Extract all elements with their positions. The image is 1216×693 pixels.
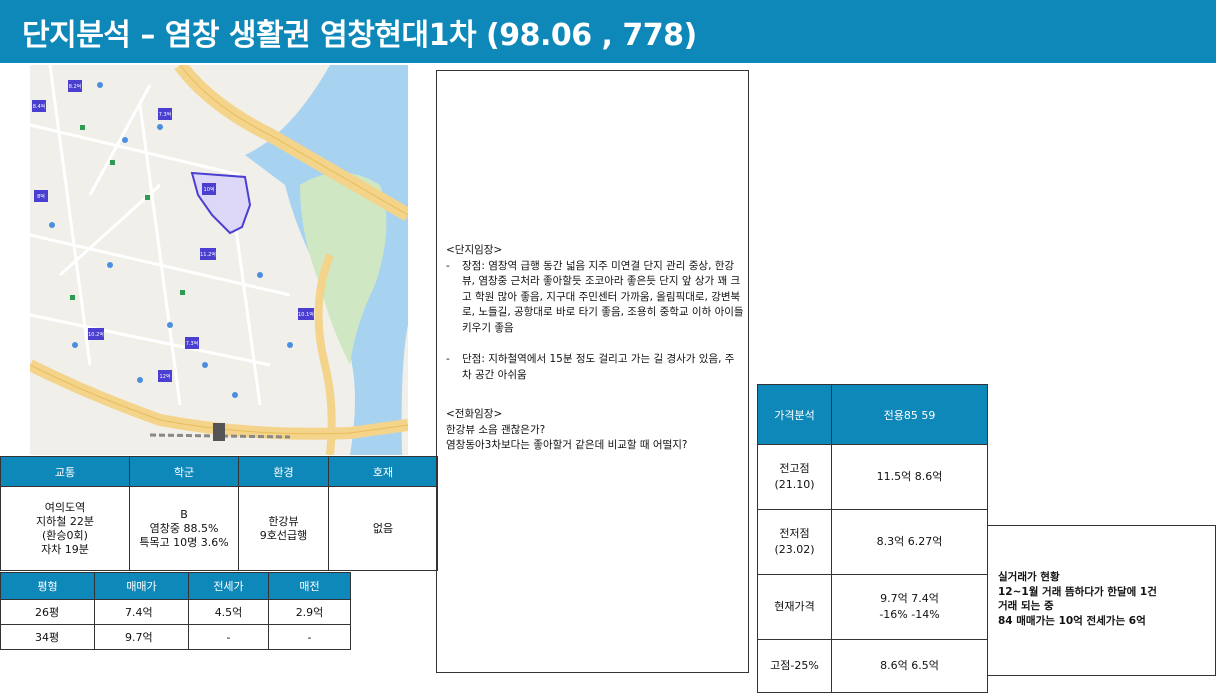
price-table: 평형 매매가 전세가 매전 26평 7.4억 4.5억 2.9억 34평 9.7… xyxy=(0,572,351,650)
col-header-transport: 교통 xyxy=(0,456,130,487)
cons-item: - 단점: 지하철역에서 15분 정도 걸리고 가는 길 경사가 있음, 주차 공… xyxy=(446,353,735,381)
map-price-label: 8.4억 xyxy=(33,103,46,110)
map-price-label: 7.3억 xyxy=(159,111,172,118)
map-canvas: 8.4억 8.2억 7.3억 8억 11.2억 10.1억 7.3억 10.2억… xyxy=(30,65,408,455)
analysis-header-label: 가격분석 xyxy=(757,384,832,445)
map-price-label: 10억 xyxy=(204,186,215,193)
col-header-environment: 환경 xyxy=(238,456,329,487)
map-price-label: 10.2억 xyxy=(88,331,104,338)
analysis-header-value: 전용85 59 xyxy=(831,384,988,445)
col-header-development: 호재 xyxy=(328,456,438,487)
map-price-label: 12억 xyxy=(160,373,171,380)
table-row: 현재가격 9.7억 7.4억 -16% -14% xyxy=(757,574,988,640)
col-header-gap: 매전 xyxy=(268,572,351,600)
col-header-jeonse: 전세가 xyxy=(188,572,269,600)
map-price-label: 8억 xyxy=(37,193,45,200)
location-map[interactable]: 8.4억 8.2억 7.3억 8억 11.2억 10.1억 7.3억 10.2억… xyxy=(30,65,408,455)
environment-cell: 한강뷰 9호선급행 xyxy=(238,486,329,571)
table-row: 34평 9.7억 - - xyxy=(0,624,351,650)
development-cell: 없음 xyxy=(328,486,438,571)
table-row: 고점-25% 8.6억 6.5억 xyxy=(757,639,988,693)
price-analysis-table: 가격분석 전용85 59 전고점 (21.10) 11.5억 8.6억 전저점 (2… xyxy=(757,384,988,693)
col-header-sale: 매매가 xyxy=(94,572,189,600)
page-title: 단지분석 – 염창 생활권 염창현대1차 (98.06 , 778) xyxy=(22,18,697,53)
location-table: 교통 학군 환경 호재 여의도역 지하철 22분 (환승0회) 자차 19분 B… xyxy=(0,456,438,571)
map-price-label: 10.1억 xyxy=(298,311,314,318)
phone-visit-title: <전화임장> xyxy=(446,408,503,420)
school-cell: B 염창중 88.5% 특목고 10명 3.6% xyxy=(129,486,239,571)
map-price-label: 8.2억 xyxy=(69,83,82,90)
phone-question: 한강뷰 소음 괜찮은가? xyxy=(446,423,546,436)
map-price-label: 11.2억 xyxy=(200,251,216,258)
site-visit-title: <단지임장> xyxy=(446,244,503,256)
pros-item: - 장점: 염창역 급행 동간 넓음 지주 미연결 단지 관리 중상, 한강뷰, … xyxy=(446,259,744,334)
transaction-summary: 실거래가 현황 12~1월 거래 뜸하다가 한달에 1건 거래 되는 중 84 … xyxy=(987,525,1216,676)
table-row: 전고점 (21.10) 11.5억 8.6억 xyxy=(757,444,988,510)
table-row: 26평 7.4억 4.5억 2.9억 xyxy=(0,599,351,625)
page-header: 단지분석 – 염창 생활권 염창현대1차 (98.06 , 778) xyxy=(0,0,1216,63)
transport-cell: 여의도역 지하철 22분 (환승0회) 자차 19분 xyxy=(0,486,130,571)
map-price-label: 7.3억 xyxy=(186,340,199,347)
table-row: 전저점 (23.02) 8.3억 6.27억 xyxy=(757,509,988,575)
site-visit-notes: <단지임장> - 장점: 염창역 급행 동간 넓음 지주 미연결 단지 관리 중상… xyxy=(436,70,749,673)
col-header-school: 학군 xyxy=(129,456,239,487)
col-header-size: 평형 xyxy=(0,572,95,600)
phone-question: 염창동아3차보다는 좋아할거 같은데 비교할 때 어떨지? xyxy=(446,439,688,451)
